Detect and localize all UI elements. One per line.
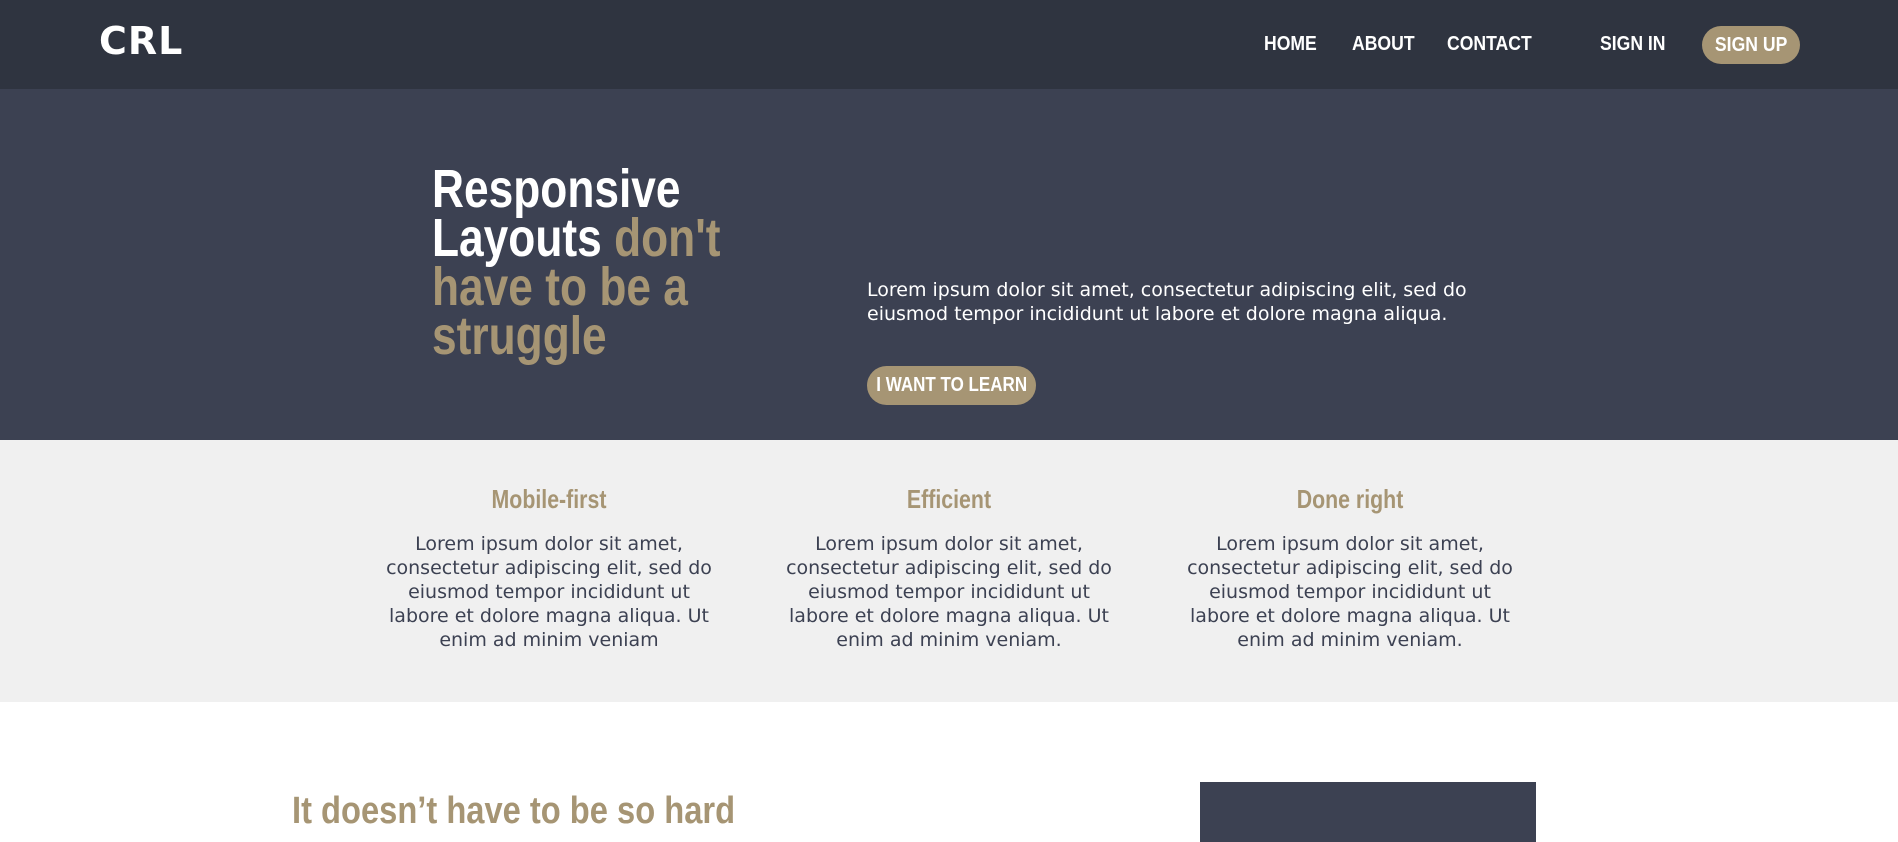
nav-about-link[interactable]: ABOUT bbox=[1352, 33, 1415, 56]
hero-title: Responsive Layouts don't have to be a st… bbox=[432, 162, 735, 363]
feature-text: Lorem ipsum dolor sit amet, consectetur … bbox=[386, 533, 712, 651]
hero-section: Responsive Layouts don't have to be a st… bbox=[0, 89, 1898, 440]
learn-more-button[interactable]: I WANT TO LEARN bbox=[867, 366, 1036, 405]
secondary-section-panel bbox=[1200, 782, 1536, 842]
sign-in-link[interactable]: SIGN IN bbox=[1600, 33, 1666, 56]
hero-description: Lorem ipsum dolor sit amet, consectetur … bbox=[867, 279, 1467, 325]
feature-efficient: Efficient Lorem ipsum dolor sit amet, co… bbox=[779, 484, 1119, 652]
sign-up-button[interactable]: SIGN UP bbox=[1702, 26, 1800, 64]
feature-title: Mobile-first bbox=[491, 484, 607, 514]
learn-more-label: I WANT TO LEARN bbox=[876, 374, 1027, 396]
secondary-section-title: It doesn’t have to be so hard bbox=[292, 790, 736, 832]
features-section: Mobile-first Lorem ipsum dolor sit amet,… bbox=[0, 440, 1898, 702]
feature-done-right: Done right Lorem ipsum dolor sit amet, c… bbox=[1180, 484, 1520, 652]
nav-contact-link[interactable]: CONTACT bbox=[1447, 33, 1532, 56]
top-navigation-bar: CRL HOME ABOUT CONTACT SIGN IN SIGN UP bbox=[0, 0, 1898, 89]
feature-text: Lorem ipsum dolor sit amet, consectetur … bbox=[786, 533, 1112, 651]
feature-mobile-first: Mobile-first Lorem ipsum dolor sit amet,… bbox=[379, 484, 719, 652]
feature-text: Lorem ipsum dolor sit amet, consectetur … bbox=[1187, 533, 1513, 651]
brand-logo[interactable]: CRL bbox=[99, 19, 183, 63]
secondary-section: It doesn’t have to be so hard bbox=[0, 702, 1898, 842]
sign-up-label: SIGN UP bbox=[1714, 33, 1788, 56]
nav-home-link[interactable]: HOME bbox=[1264, 33, 1317, 56]
feature-title: Done right bbox=[1296, 484, 1404, 514]
feature-title: Efficient bbox=[906, 484, 992, 514]
